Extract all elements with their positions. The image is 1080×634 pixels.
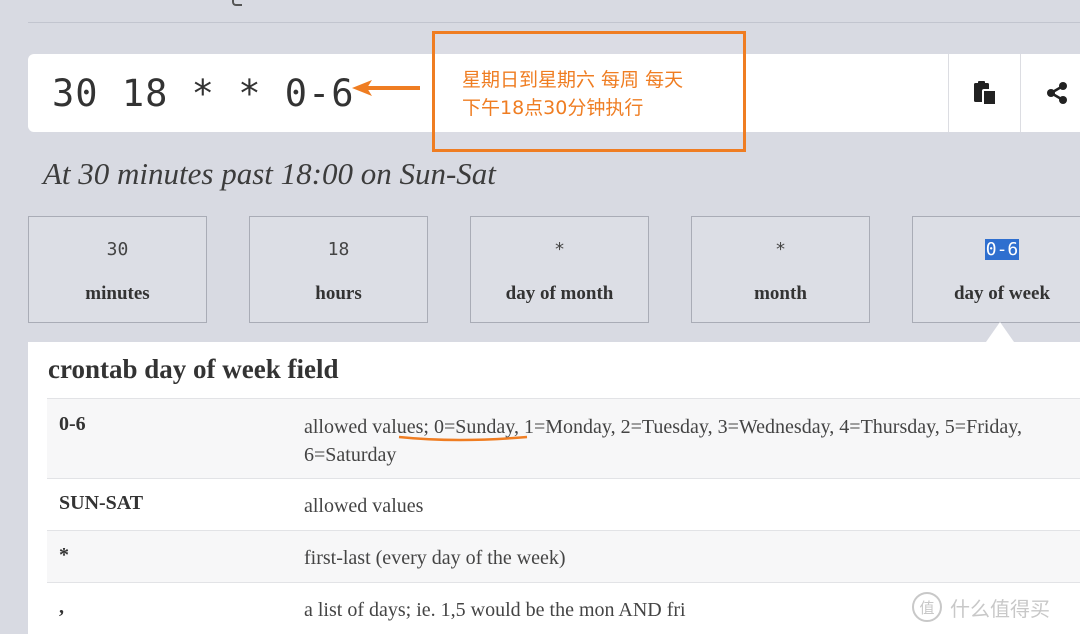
field-label: month — [754, 283, 807, 304]
copy-icon — [973, 81, 997, 106]
cropped-glyph — [232, 0, 242, 6]
table-row: 0-6 allowed values; 0=Sunday, 1=Monday, … — [47, 398, 1080, 478]
site-watermark: 值 什么值得买 — [912, 592, 1050, 622]
watermark-logo-icon: 值 — [912, 592, 942, 622]
copy-button[interactable] — [948, 54, 1020, 132]
row-key: , — [59, 596, 64, 618]
field-day-of-month[interactable]: * day of month — [470, 216, 649, 323]
annotation-line-1: 星期日到星期六 每周 每天 — [462, 69, 684, 91]
annotation-line-2: 下午18点30分钟执行 — [462, 97, 644, 119]
cron-expression-input[interactable]: 30 18 * * 0-6 — [52, 72, 355, 115]
annotation-arrow-icon — [352, 80, 420, 96]
table-row: * first-last (every day of the week) — [47, 530, 1080, 582]
field-day-of-week[interactable]: 0-6 day of week — [912, 216, 1080, 323]
schedule-description: At 30 minutes past 18:00 on Sun-Sat — [43, 156, 496, 191]
field-value: 0-6 — [913, 239, 1080, 260]
share-icon — [1046, 82, 1067, 104]
expression-actions — [948, 54, 1080, 132]
top-divider — [28, 22, 1080, 23]
field-label: day of month — [505, 283, 614, 304]
panel-title: crontab day of week field — [48, 354, 339, 384]
annotation-underline — [398, 435, 528, 442]
watermark-text: 什么值得买 — [950, 596, 1050, 621]
field-label: day of week — [953, 283, 1051, 304]
row-key: * — [59, 544, 69, 566]
active-field-pointer — [986, 322, 1014, 342]
field-label: hours — [315, 283, 362, 304]
field-month[interactable]: * month — [691, 216, 870, 323]
field-value: 30 — [106, 239, 129, 260]
field-value: 18 — [327, 239, 350, 260]
field-minutes[interactable]: 30 minutes — [28, 216, 207, 323]
field-value: * — [775, 239, 786, 260]
field-value: * — [554, 239, 565, 260]
table-row: SUN-SAT allowed values — [47, 478, 1080, 530]
field-info-panel: crontab day of week field 0-6 allowed va… — [28, 342, 1080, 634]
share-button[interactable] — [1020, 54, 1080, 132]
field-hours[interactable]: 18 hours — [249, 216, 428, 323]
field-label: minutes — [85, 283, 150, 304]
row-value: allowed values — [304, 495, 424, 517]
selected-text: 0-6 — [984, 239, 1020, 260]
row-value: first-last (every day of the week) — [304, 547, 566, 569]
row-key: 0-6 — [59, 413, 86, 435]
row-key: SUN-SAT — [59, 492, 144, 514]
